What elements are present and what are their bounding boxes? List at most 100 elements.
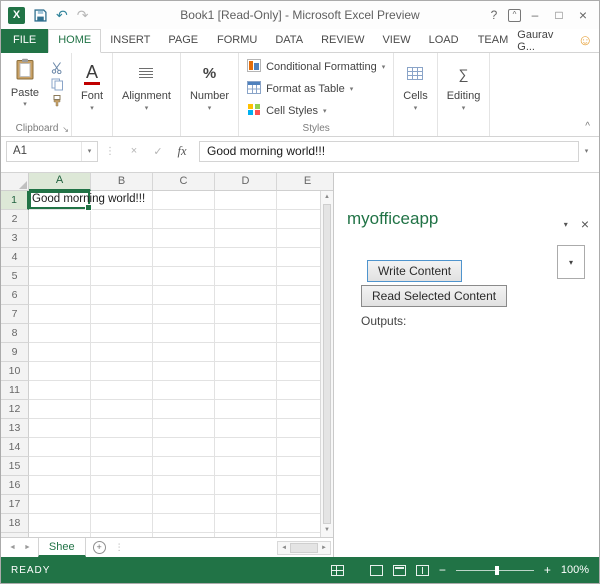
enter-entry-icon[interactable]: ✓ (146, 145, 170, 158)
row-header-19[interactable]: 19 (1, 533, 29, 537)
cell-C17[interactable] (153, 495, 215, 514)
cell-B4[interactable] (91, 248, 153, 267)
sheet-bar-splitter[interactable]: ⋮ (115, 542, 124, 553)
add-sheet-button[interactable]: + (92, 541, 106, 554)
cell-D12[interactable] (215, 400, 277, 419)
page-layout-view-icon[interactable] (392, 564, 406, 576)
row-header-4[interactable]: 4 (1, 248, 29, 267)
cell-C12[interactable] (153, 400, 215, 419)
cell-D1[interactable] (215, 191, 277, 210)
sheet-tab-sheet1[interactable]: Shee (37, 538, 86, 557)
cell-C2[interactable] (153, 210, 215, 229)
cut-icon[interactable] (49, 60, 65, 75)
feedback-smiley-icon[interactable]: ☺ (578, 33, 593, 48)
formula-bar-splitter[interactable]: ⋮ (98, 146, 122, 157)
cell-A15[interactable] (29, 457, 91, 476)
format-painter-icon[interactable] (49, 94, 65, 109)
cell-A1[interactable]: Good morning world!!! (29, 191, 145, 211)
macro-record-icon[interactable] (330, 564, 344, 576)
cell-B9[interactable] (91, 343, 153, 362)
scroll-down-icon[interactable]: ▼ (321, 524, 333, 537)
help-icon[interactable]: ? (484, 8, 504, 22)
number-button[interactable]: % Number ▾ (181, 53, 238, 136)
row-header-8[interactable]: 8 (1, 324, 29, 343)
cell-C4[interactable] (153, 248, 215, 267)
cell-B18[interactable] (91, 514, 153, 533)
cell-A12[interactable] (29, 400, 91, 419)
cell-B14[interactable] (91, 438, 153, 457)
cell-C10[interactable] (153, 362, 215, 381)
cell-D5[interactable] (215, 267, 277, 286)
cell-D2[interactable] (215, 210, 277, 229)
collapse-ribbon-icon[interactable]: ^ (585, 121, 590, 132)
zoom-slider-thumb[interactable] (494, 565, 499, 575)
row-header-16[interactable]: 16 (1, 476, 29, 495)
cell-A17[interactable] (29, 495, 91, 514)
row-header-7[interactable]: 7 (1, 305, 29, 324)
row-header-5[interactable]: 5 (1, 267, 29, 286)
column-header-C[interactable]: C (153, 173, 215, 191)
cell-A16[interactable] (29, 476, 91, 495)
row-header-10[interactable]: 10 (1, 362, 29, 381)
tab-data[interactable]: DATA (266, 29, 312, 53)
cell-C5[interactable] (153, 267, 215, 286)
vertical-scrollbar[interactable]: ▲ ▼ (320, 191, 333, 537)
cell-A3[interactable] (29, 229, 91, 248)
normal-view-icon[interactable] (369, 564, 383, 576)
cell-C3[interactable] (153, 229, 215, 248)
copy-icon[interactable] (49, 77, 65, 92)
redo-icon[interactable]: ↷ (77, 7, 89, 24)
cell-A11[interactable] (29, 381, 91, 400)
formula-bar-expand-icon[interactable]: ▾ (579, 147, 594, 155)
cell-A13[interactable] (29, 419, 91, 438)
cell-B12[interactable] (91, 400, 153, 419)
cell-B17[interactable] (91, 495, 153, 514)
cell-C19[interactable] (153, 533, 215, 537)
cell-D17[interactable] (215, 495, 277, 514)
save-icon[interactable] (34, 8, 47, 22)
cell-D18[interactable] (215, 514, 277, 533)
column-header-A[interactable]: A (29, 173, 91, 191)
cell-A10[interactable] (29, 362, 91, 381)
cell-A8[interactable] (29, 324, 91, 343)
page-break-view-icon[interactable] (415, 564, 429, 576)
row-header-12[interactable]: 12 (1, 400, 29, 419)
editing-button[interactable]: ∑ Editing ▾ (438, 53, 490, 136)
row-header-1[interactable]: 1 (1, 191, 29, 210)
cell-D7[interactable] (215, 305, 277, 324)
vertical-scroll-thumb[interactable] (323, 204, 331, 524)
tab-formu[interactable]: FORMU (208, 29, 266, 53)
format-as-table-button[interactable]: Format as Table ▾ (247, 79, 385, 99)
cell-D3[interactable] (215, 229, 277, 248)
zoom-level[interactable]: 100% (561, 564, 589, 576)
formula-input[interactable]: Good morning world!!! (199, 140, 579, 162)
cell-C13[interactable] (153, 419, 215, 438)
clipboard-dialog-launcher-icon[interactable]: ↘ (62, 126, 69, 134)
cell-B19[interactable] (91, 533, 153, 537)
tab-load-t[interactable]: LOAD T (420, 29, 469, 69)
cell-C16[interactable] (153, 476, 215, 495)
cell-B8[interactable] (91, 324, 153, 343)
cell-D14[interactable] (215, 438, 277, 457)
tab-file[interactable]: FILE (1, 29, 49, 53)
horizontal-scroll-thumb[interactable] (290, 542, 319, 553)
minimize-icon[interactable]: – (525, 8, 545, 22)
cell-C14[interactable] (153, 438, 215, 457)
write-content-button[interactable]: Write Content (367, 260, 463, 282)
cell-styles-button[interactable]: Cell Styles ▾ (247, 101, 385, 121)
cell-C6[interactable] (153, 286, 215, 305)
cell-B3[interactable] (91, 229, 153, 248)
scroll-up-icon[interactable]: ▲ (321, 191, 333, 204)
cells-button[interactable]: Cells ▾ (394, 53, 436, 136)
cell-D6[interactable] (215, 286, 277, 305)
scroll-left-icon[interactable]: ◄ (278, 545, 290, 551)
cell-B10[interactable] (91, 362, 153, 381)
name-box-dropdown-icon[interactable]: ▾ (81, 141, 97, 161)
cell-A2[interactable] (29, 210, 91, 229)
cell-D15[interactable] (215, 457, 277, 476)
close-icon[interactable]: × (573, 7, 593, 23)
column-header-E[interactable]: E (277, 173, 333, 191)
cell-D13[interactable] (215, 419, 277, 438)
cell-C8[interactable] (153, 324, 215, 343)
cell-A6[interactable] (29, 286, 91, 305)
